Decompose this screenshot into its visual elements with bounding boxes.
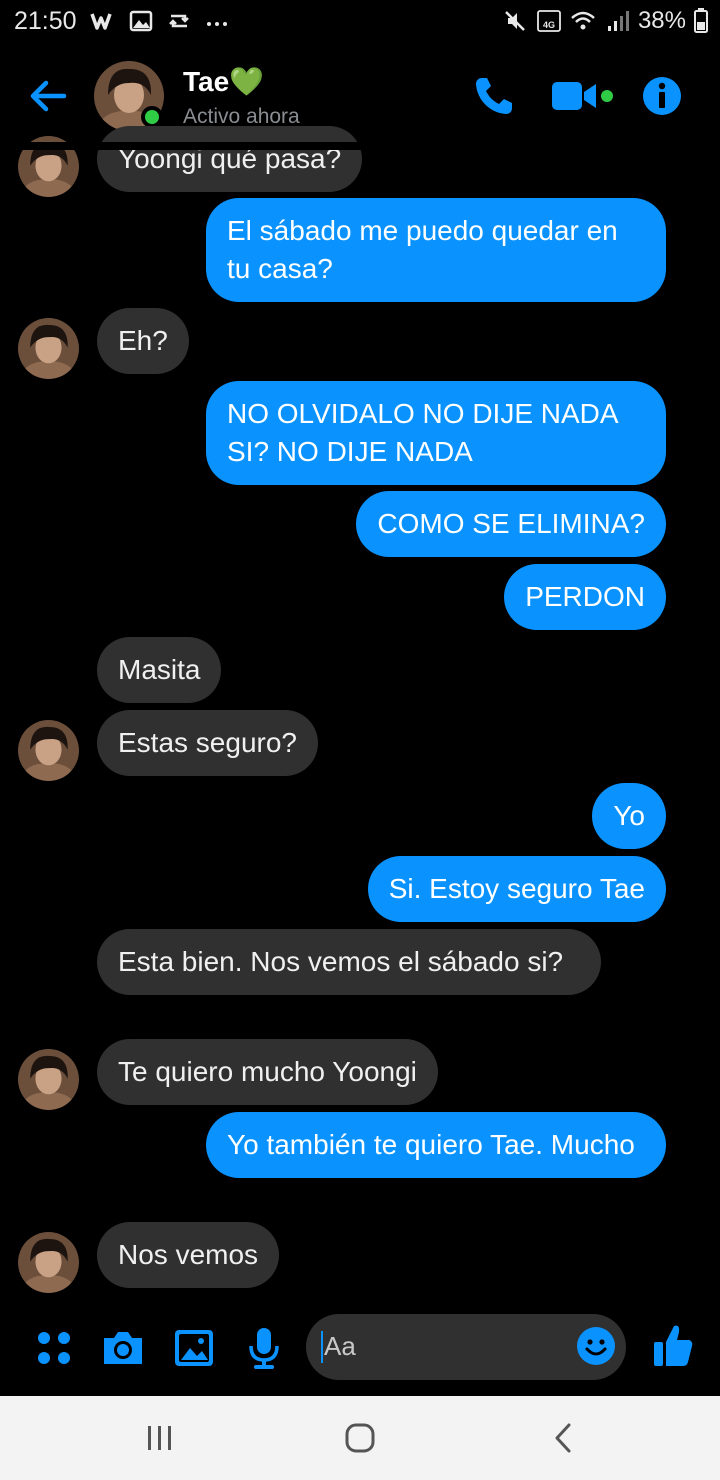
phone-call-icon[interactable] [472,74,516,118]
message-bubble-incoming[interactable]: Eh? [97,308,189,374]
message-bubble-outgoing[interactable]: Yo [592,783,666,849]
message-bubble-outgoing[interactable]: Si. Estoy seguro Tae [367,856,666,922]
info-icon[interactable] [640,74,684,118]
avatar-photo [18,720,79,781]
notification-icons [90,8,230,34]
message-bubble-outgoing[interactable]: El sábado me puedo quedar en tu casa? [206,198,666,302]
avatar-photo [18,1049,79,1110]
message-bubble-incoming[interactable]: Yoongi qué pasa? [97,126,363,192]
gallery-icon[interactable] [172,1326,216,1370]
input-placeholder: Aa [324,1331,356,1361]
microphone-icon[interactable] [242,1326,286,1370]
header-divider [0,142,720,150]
message-avatar[interactable] [18,1232,79,1293]
back-nav-icon[interactable] [546,1418,582,1458]
avatar-photo [18,1232,79,1293]
message-bubble-outgoing[interactable]: Yo también te quiero Tae. Mucho [206,1112,666,1178]
svg-text:4G: 4G [543,20,555,30]
message-bubble-incoming[interactable]: Esta bien. Nos vemos el sábado si? [97,929,601,995]
message-input[interactable]: Aa [306,1314,626,1380]
more-apps-icon[interactable] [32,1326,76,1370]
like-thumbs-up-icon[interactable] [652,1322,694,1368]
wifi-icon [571,11,595,30]
message-avatar[interactable] [18,318,79,379]
video-call-icon[interactable] [550,74,616,118]
message-avatar[interactable] [18,720,79,781]
battery-icon [694,8,708,33]
status-bar: 21:50 4G 38% [0,0,720,44]
app-w-icon [90,13,112,30]
back-arrow-icon[interactable] [26,74,70,118]
mute-icon [505,11,525,31]
home-icon[interactable] [340,1418,380,1458]
message-bubble-outgoing[interactable]: PERDON [504,564,666,630]
message-bubble-outgoing[interactable]: NO OLVIDALO NO DIJE NADA SI? NO DIJE NAD… [206,381,666,485]
volte-4g-icon: 4G [537,10,561,32]
system-nav-bar [0,1396,720,1480]
text-cursor [321,1331,323,1363]
message-bubble-incoming[interactable]: Masita [97,637,222,703]
avatar-photo [18,318,79,379]
gallery-icon [129,10,153,32]
online-indicator [141,106,163,128]
signal-icon [607,11,629,31]
camera-icon[interactable] [100,1326,146,1370]
more-dots-icon [207,22,227,26]
message-bubble-incoming[interactable]: Estas seguro? [97,710,318,776]
retweet-icon [169,14,189,28]
status-time: 21:50 [14,7,77,35]
emoji-icon[interactable] [576,1326,616,1366]
message-composer: Aa [0,1310,720,1386]
contact-name[interactable]: Tae💚 [183,65,264,98]
chat-header: Tae💚 Activo ahora [0,50,720,142]
message-bubble-incoming[interactable]: Nos vemos [97,1222,280,1288]
system-icons: 4G 38% [502,7,708,35]
recent-apps-icon[interactable] [142,1418,178,1458]
message-bubble-incoming[interactable]: Te quiero mucho Yoongi [97,1039,438,1105]
message-bubble-outgoing[interactable]: COMO SE ELIMINA? [356,491,666,557]
message-avatar[interactable] [18,1049,79,1110]
battery-percent: 38% [637,7,686,34]
